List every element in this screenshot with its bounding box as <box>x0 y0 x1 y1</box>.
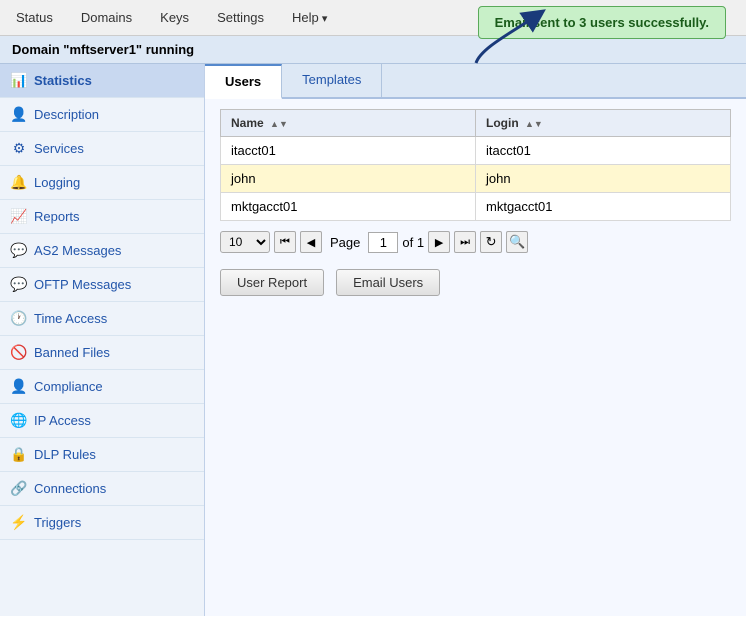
search-button[interactable]: 🔍 <box>506 231 528 253</box>
login-sort-icon[interactable]: ▲▼ <box>525 119 543 129</box>
sidebar-item-label-statistics: Statistics <box>34 73 92 88</box>
sidebar-item-time-access[interactable]: 🕐 Time Access <box>0 302 204 336</box>
sidebar-item-label-connections: Connections <box>34 481 106 496</box>
nav-status[interactable]: Status <box>12 8 57 27</box>
sidebar-item-dlp-rules[interactable]: 🔒 DLP Rules <box>0 438 204 472</box>
cell-login: itacct01 <box>476 137 731 165</box>
sidebar-item-label-compliance: Compliance <box>34 379 103 394</box>
reports-icon: 📈 <box>10 208 28 225</box>
col-name-label: Name <box>231 116 264 130</box>
column-name[interactable]: Name ▲▼ <box>221 110 476 137</box>
ip-access-icon: 🌐 <box>10 412 28 429</box>
sidebar-item-banned-files[interactable]: 🚫 Banned Files <box>0 336 204 370</box>
nav-keys[interactable]: Keys <box>156 8 193 27</box>
column-login[interactable]: Login ▲▼ <box>476 110 731 137</box>
tab-templates[interactable]: Templates <box>282 64 382 97</box>
logging-icon: 🔔 <box>10 174 28 191</box>
page-size-select[interactable]: 10 25 50 <box>220 231 270 253</box>
sidebar-item-label-time-access: Time Access <box>34 311 107 326</box>
sidebar-item-oftp-messages[interactable]: 💬 OFTP Messages <box>0 268 204 302</box>
compliance-icon: 👤 <box>10 378 28 395</box>
content-area: Users Templates Name ▲▼ Login ▲▼ <box>205 64 746 616</box>
oftp-icon: 💬 <box>10 276 28 293</box>
bottom-buttons: User Report Email Users <box>220 261 731 296</box>
cell-login: john <box>476 165 731 193</box>
tab-users[interactable]: Users <box>205 64 282 99</box>
dlp-rules-icon: 🔒 <box>10 446 28 463</box>
page-of-label: of 1 <box>402 235 424 250</box>
sidebar-item-logging[interactable]: 🔔 Logging <box>0 166 204 200</box>
cell-name: itacct01 <box>221 137 476 165</box>
services-icon: ⚙ <box>10 140 28 157</box>
user-report-button[interactable]: User Report <box>220 269 324 296</box>
sidebar-item-ip-access[interactable]: 🌐 IP Access <box>0 404 204 438</box>
page-label: Page <box>330 235 360 250</box>
top-nav: Status Domains Keys Settings Help Email … <box>0 0 746 36</box>
triggers-icon: ⚡ <box>10 514 28 531</box>
first-page-button[interactable]: ⏮ <box>274 231 296 253</box>
name-sort-icon[interactable]: ▲▼ <box>270 119 288 129</box>
main-layout: 📊 Statistics 👤 Description ⚙ Services 🔔 … <box>0 64 746 616</box>
banned-files-icon: 🚫 <box>10 344 28 361</box>
sidebar-item-label-description: Description <box>34 107 99 122</box>
nav-settings[interactable]: Settings <box>213 8 268 27</box>
users-table: Name ▲▼ Login ▲▼ itacct01itacct01johnjoh… <box>220 109 731 221</box>
description-icon: 👤 <box>10 106 28 123</box>
as2-icon: 💬 <box>10 242 28 259</box>
page-number-input[interactable] <box>368 232 398 253</box>
col-login-label: Login <box>486 116 519 130</box>
domain-header: Domain "mftserver1" running <box>0 36 746 64</box>
sidebar-item-label-services: Services <box>34 141 84 156</box>
sidebar-item-label-as2: AS2 Messages <box>34 243 121 258</box>
sidebar-item-label-dlp-rules: DLP Rules <box>34 447 96 462</box>
sidebar-item-services[interactable]: ⚙ Services <box>0 132 204 166</box>
sidebar-item-compliance[interactable]: 👤 Compliance <box>0 370 204 404</box>
table-row[interactable]: itacct01itacct01 <box>221 137 731 165</box>
tabs-bar: Users Templates <box>205 64 746 99</box>
cell-name: mktgacct01 <box>221 193 476 221</box>
table-row[interactable]: mktgacct01mktgacct01 <box>221 193 731 221</box>
cell-login: mktgacct01 <box>476 193 731 221</box>
cell-name: john <box>221 165 476 193</box>
sidebar: 📊 Statistics 👤 Description ⚙ Services 🔔 … <box>0 64 205 616</box>
sidebar-item-label-triggers: Triggers <box>34 515 81 530</box>
last-page-button[interactable]: ⏭ <box>454 231 476 253</box>
next-page-button[interactable]: ▶ <box>428 231 450 253</box>
refresh-button[interactable]: ↻ <box>480 231 502 253</box>
connections-icon: 🔗 <box>10 480 28 497</box>
sidebar-item-as2-messages[interactable]: 💬 AS2 Messages <box>0 234 204 268</box>
sidebar-item-label-oftp: OFTP Messages <box>34 277 131 292</box>
sidebar-item-connections[interactable]: 🔗 Connections <box>0 472 204 506</box>
users-table-area: Name ▲▼ Login ▲▼ itacct01itacct01johnjoh… <box>205 99 746 306</box>
email-users-button[interactable]: Email Users <box>336 269 440 296</box>
sidebar-item-reports[interactable]: 📈 Reports <box>0 200 204 234</box>
statistics-icon: 📊 <box>10 72 28 89</box>
sidebar-item-label-ip-access: IP Access <box>34 413 91 428</box>
sidebar-item-description[interactable]: 👤 Description <box>0 98 204 132</box>
sidebar-item-label-banned-files: Banned Files <box>34 345 110 360</box>
pagination: 10 25 50 ⏮ ◀ Page of 1 ▶ ⏭ ↻ 🔍 <box>220 221 731 261</box>
sidebar-item-triggers[interactable]: ⚡ Triggers <box>0 506 204 540</box>
success-notification: Email sent to 3 users successfully. <box>478 6 726 39</box>
sidebar-item-statistics[interactable]: 📊 Statistics <box>0 64 204 98</box>
sidebar-item-label-logging: Logging <box>34 175 80 190</box>
table-header-row: Name ▲▼ Login ▲▼ <box>221 110 731 137</box>
time-access-icon: 🕐 <box>10 310 28 327</box>
nav-help[interactable]: Help <box>288 8 331 27</box>
sidebar-item-label-reports: Reports <box>34 209 80 224</box>
nav-domains[interactable]: Domains <box>77 8 136 27</box>
prev-page-button[interactable]: ◀ <box>300 231 322 253</box>
table-row[interactable]: johnjohn <box>221 165 731 193</box>
